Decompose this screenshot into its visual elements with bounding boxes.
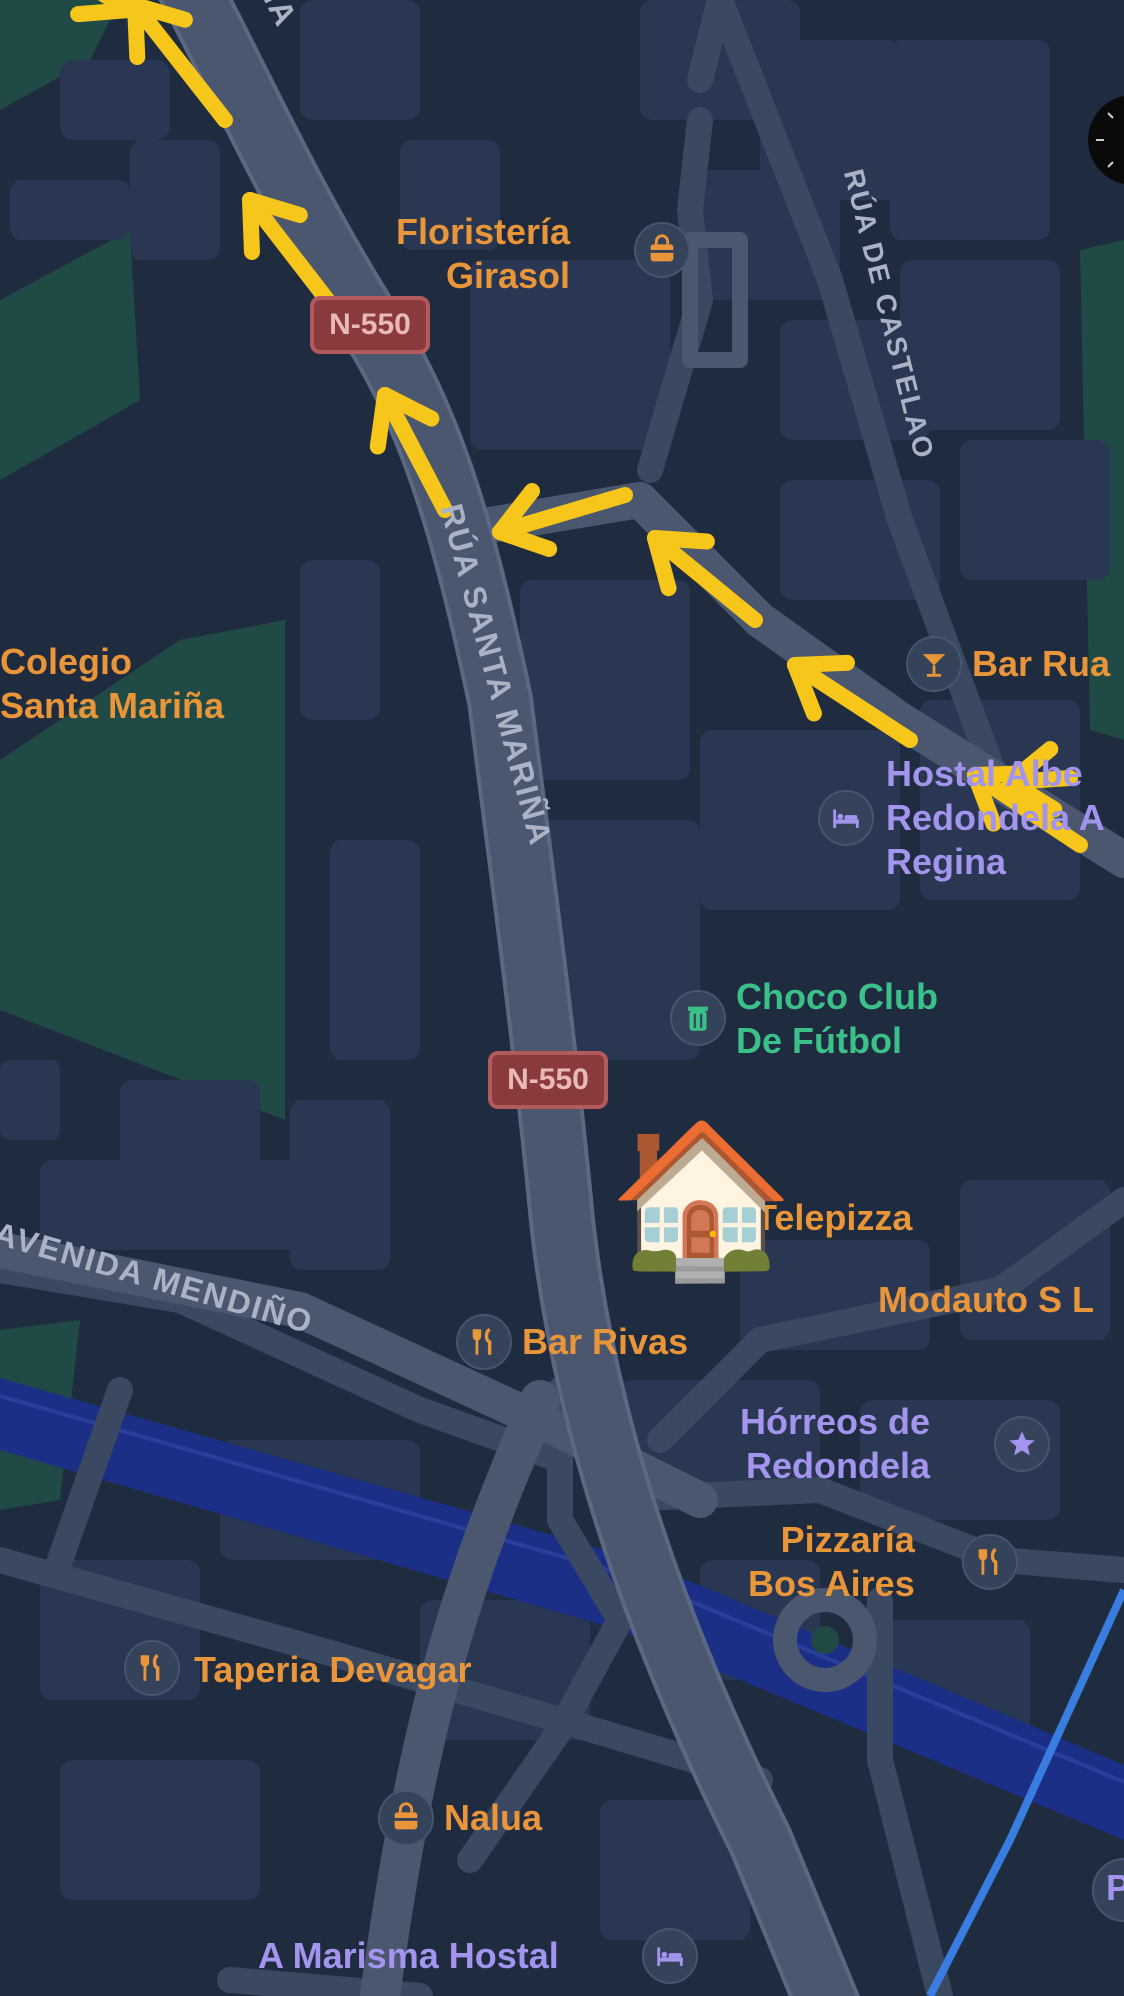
poi-label-bar-rua[interactable]: Bar Rua <box>972 642 1110 686</box>
shopping-bag-icon[interactable] <box>378 1790 434 1846</box>
star-icon[interactable] <box>994 1416 1050 1472</box>
compass-icon <box>1096 112 1114 168</box>
poi-label-modauto[interactable]: Modauto S L <box>878 1278 1094 1322</box>
restaurant-icon[interactable] <box>962 1534 1018 1590</box>
poi-label-nalua[interactable]: Nalua <box>444 1796 542 1840</box>
route-arrows <box>70 0 1088 853</box>
route-arrow <box>492 483 633 557</box>
bed-icon[interactable] <box>818 790 874 846</box>
road-shield-n550: N-550 <box>310 296 430 354</box>
poi-label-floristeria-girasol[interactable]: Floristería Girasol <box>396 210 570 298</box>
cocktail-icon[interactable] <box>906 636 962 692</box>
house-icon[interactable]: 🏠 <box>608 1120 795 1280</box>
route-arrow <box>787 654 918 748</box>
poi-label-pizzaria-bos-aires[interactable]: Pizzaría Bos Aires <box>748 1518 915 1606</box>
route-arrow <box>647 530 763 628</box>
poi-label-taperia-devagar[interactable]: Taperia Devagar <box>194 1648 471 1692</box>
poi-label-choco-club[interactable]: Choco Club De Fútbol <box>736 975 938 1063</box>
poi-label-hostal-alberto[interactable]: Hostal Albe Redondela A Regina <box>886 752 1105 884</box>
poi-label-partial[interactable]: P <box>1106 1866 1124 1910</box>
compass-button[interactable] <box>1088 95 1124 185</box>
restaurant-icon[interactable] <box>124 1640 180 1696</box>
restaurant-icon[interactable] <box>456 1314 512 1370</box>
route-arrow <box>127 0 233 128</box>
poi-label-bar-rivas[interactable]: Bar Rivas <box>522 1320 688 1364</box>
road-shield-n550: N-550 <box>488 1051 608 1109</box>
route-arrow <box>242 192 343 318</box>
route-arrow <box>70 0 138 23</box>
shopping-bag-icon[interactable] <box>634 222 690 278</box>
bed-icon[interactable] <box>642 1928 698 1984</box>
poi-label-colegio-santa-marina[interactable]: Colegio Santa Mariña <box>0 640 224 728</box>
poi-label-horreos-de-redondela[interactable]: Hórreos de Redondela <box>740 1400 930 1488</box>
trash-bin-icon[interactable] <box>670 990 726 1046</box>
route-arrow <box>369 387 453 518</box>
poi-label-a-marisma-hostal[interactable]: A Marisma Hostal <box>258 1934 559 1978</box>
map-view[interactable]: N-550 N-550 RÚA SANTA MARIÑA RÚA SANTA M… <box>0 0 1124 1996</box>
